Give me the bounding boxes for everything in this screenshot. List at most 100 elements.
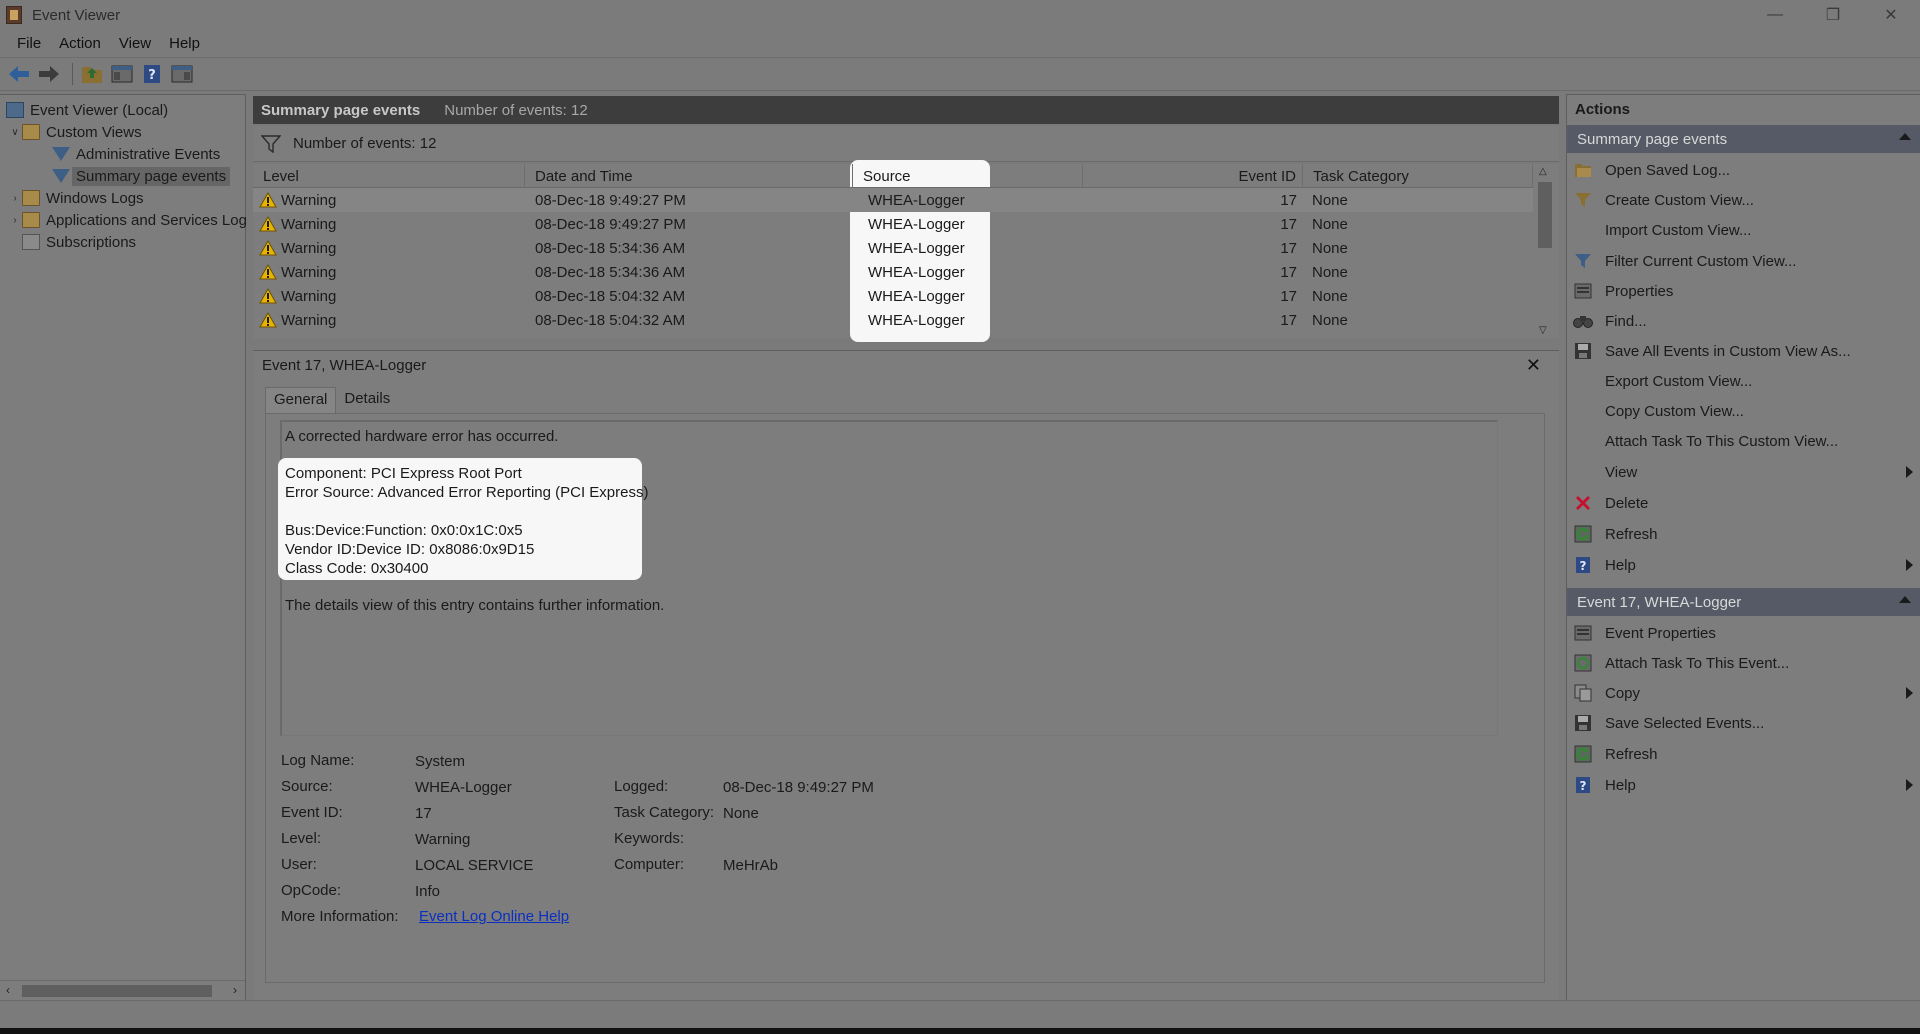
detail-header: Event 17, WHEA-Logger bbox=[262, 356, 427, 374]
row-event-id: 17 bbox=[1280, 263, 1297, 281]
column-header-task-category[interactable]: Task Category bbox=[1303, 164, 1533, 188]
restore-button[interactable]: ❐ bbox=[1804, 0, 1862, 30]
tree-item-windows-logs[interactable]: › Windows Logs bbox=[8, 187, 143, 209]
scrollbar-thumb[interactable] bbox=[1538, 182, 1552, 248]
table-vertical-scrollbar[interactable]: △ ▽ bbox=[1534, 164, 1556, 338]
menu-help[interactable]: Help bbox=[160, 35, 209, 52]
task-category-label: Task Category: bbox=[614, 804, 715, 821]
computer-label: Computer: bbox=[614, 856, 685, 873]
action-help-event[interactable]: ? Help bbox=[1567, 772, 1920, 798]
filter-icon bbox=[1573, 252, 1593, 270]
level-value: Warning bbox=[415, 831, 471, 848]
folder-icon bbox=[22, 124, 40, 140]
action-save-all-events[interactable]: Save All Events in Custom View As... bbox=[1567, 338, 1920, 364]
column-header-date-time[interactable]: Date and Time bbox=[525, 164, 853, 188]
actions-section-summary-page-events[interactable]: Summary page events bbox=[1567, 125, 1920, 153]
action-copy[interactable]: Copy bbox=[1567, 680, 1920, 706]
column-header-event-id[interactable]: Event ID bbox=[1083, 164, 1303, 188]
show-hide-tree-icon[interactable] bbox=[109, 61, 135, 87]
save-icon bbox=[1573, 342, 1593, 360]
action-attach-task-custom-view[interactable]: Attach Task To This Custom View... bbox=[1567, 428, 1920, 454]
table-row[interactable]: Warning 08-Dec-18 5:04:32 AM WHEA-Logger… bbox=[253, 284, 1533, 308]
action-refresh-event[interactable]: Refresh bbox=[1567, 741, 1920, 767]
action-copy-custom-view[interactable]: Copy Custom View... bbox=[1567, 398, 1920, 424]
chevron-right-icon[interactable]: › bbox=[8, 215, 22, 226]
event-viewer-app-icon bbox=[6, 6, 22, 24]
event-log-online-help-link[interactable]: Event Log Online Help bbox=[419, 908, 569, 925]
action-attach-task-event[interactable]: Attach Task To This Event... bbox=[1567, 650, 1920, 676]
table-row[interactable]: Warning 08-Dec-18 5:34:36 AM WHEA-Logger… bbox=[253, 260, 1533, 284]
row-event-id: 17 bbox=[1280, 215, 1297, 233]
binoculars-icon bbox=[1573, 312, 1593, 330]
action-delete[interactable]: Delete bbox=[1567, 490, 1920, 516]
menu-file[interactable]: File bbox=[8, 35, 50, 52]
action-properties[interactable]: Properties bbox=[1567, 278, 1920, 304]
submenu-arrow-icon bbox=[1906, 687, 1913, 699]
event-description[interactable]: A corrected hardware error has occurred.… bbox=[278, 420, 1498, 736]
tab-details[interactable]: Details bbox=[336, 387, 398, 413]
action-event-properties[interactable]: Event Properties bbox=[1567, 620, 1920, 646]
column-header-source[interactable]: Source bbox=[853, 164, 1083, 188]
actions-section-event-17[interactable]: Event 17, WHEA-Logger bbox=[1567, 588, 1920, 616]
filter-bar: Number of events: 12 bbox=[253, 126, 1559, 162]
general-tab-content: A corrected hardware error has occurred.… bbox=[265, 413, 1545, 983]
forward-arrow-icon[interactable] bbox=[36, 61, 62, 87]
tab-general[interactable]: General bbox=[265, 387, 337, 413]
action-help[interactable]: ? Help bbox=[1567, 552, 1920, 578]
warning-icon bbox=[259, 216, 277, 232]
copy-icon bbox=[1573, 684, 1593, 702]
scroll-up-icon[interactable]: △ bbox=[1539, 166, 1547, 177]
scrollbar-thumb[interactable] bbox=[22, 985, 212, 997]
row-task-category: None bbox=[1312, 311, 1348, 329]
chevron-down-icon[interactable]: ∨ bbox=[8, 127, 22, 138]
action-view[interactable]: View bbox=[1567, 459, 1920, 485]
scroll-left-icon[interactable]: ‹ bbox=[6, 983, 10, 997]
action-save-selected-events[interactable]: Save Selected Events... bbox=[1567, 710, 1920, 736]
row-source: WHEA-Logger bbox=[868, 239, 965, 257]
scroll-down-icon[interactable]: ▽ bbox=[1539, 325, 1547, 336]
menu-action[interactable]: Action bbox=[50, 35, 110, 52]
table-row[interactable]: Warning 08-Dec-18 5:04:32 AM WHEA-Logger… bbox=[253, 308, 1533, 332]
tree-item-custom-views[interactable]: ∨ Custom Views bbox=[8, 121, 141, 143]
tree-item-event-viewer-local[interactable]: Event Viewer (Local) bbox=[6, 99, 168, 121]
log-name-value: System bbox=[415, 753, 466, 770]
action-find[interactable]: Find... bbox=[1567, 308, 1920, 334]
collapse-caret-icon[interactable] bbox=[1899, 133, 1911, 140]
row-level: Warning bbox=[281, 191, 337, 209]
help-icon: ? bbox=[1573, 776, 1593, 794]
close-icon[interactable]: ✕ bbox=[1526, 355, 1541, 376]
show-action-pane-icon[interactable] bbox=[169, 61, 195, 87]
close-window-button[interactable]: ✕ bbox=[1862, 0, 1920, 30]
table-row[interactable]: Warning 08-Dec-18 9:49:27 PM WHEA-Logger… bbox=[253, 212, 1533, 236]
tree-item-applications-and-services-logs[interactable]: › Applications and Services Log bbox=[8, 209, 247, 231]
action-refresh[interactable]: Refresh bbox=[1567, 521, 1920, 547]
column-header-level[interactable]: Level bbox=[253, 164, 525, 188]
help-icon[interactable]: ? bbox=[139, 61, 165, 87]
action-export-custom-view[interactable]: Export Custom View... bbox=[1567, 368, 1920, 394]
table-row[interactable]: Warning 08-Dec-18 9:49:27 PM WHEA-Logger… bbox=[253, 188, 1533, 212]
action-import-custom-view[interactable]: Import Custom View... bbox=[1567, 217, 1920, 243]
action-open-saved-log[interactable]: Open Saved Log... bbox=[1567, 157, 1920, 183]
warning-icon bbox=[259, 288, 277, 304]
submenu-arrow-icon bbox=[1906, 559, 1913, 571]
up-folder-icon[interactable] bbox=[79, 61, 105, 87]
tree-item-summary-page-events[interactable]: Summary page events bbox=[52, 165, 231, 187]
row-source: WHEA-Logger bbox=[868, 287, 965, 305]
row-source: WHEA-Logger bbox=[868, 263, 965, 281]
tree-item-subscriptions[interactable]: Subscriptions bbox=[22, 231, 136, 253]
chevron-right-icon[interactable]: › bbox=[8, 193, 22, 204]
delete-icon bbox=[1573, 494, 1593, 512]
tree-horizontal-scrollbar[interactable]: ‹ › bbox=[0, 980, 245, 1000]
description-line: Component: PCI Express Root Port bbox=[285, 465, 522, 482]
minimize-button[interactable]: — bbox=[1746, 0, 1804, 30]
action-filter-current-custom-view[interactable]: Filter Current Custom View... bbox=[1567, 248, 1920, 274]
menu-view[interactable]: View bbox=[110, 35, 160, 52]
back-arrow-icon[interactable] bbox=[6, 61, 32, 87]
table-row[interactable]: Warning 08-Dec-18 5:34:36 AM WHEA-Logger… bbox=[253, 236, 1533, 260]
keywords-label: Keywords: bbox=[614, 830, 685, 847]
scroll-right-icon[interactable]: › bbox=[233, 983, 237, 997]
collapse-caret-icon[interactable] bbox=[1899, 596, 1911, 603]
row-date: 08-Dec-18 9:49:27 PM bbox=[535, 215, 686, 233]
action-create-custom-view[interactable]: Create Custom View... bbox=[1567, 187, 1920, 213]
tree-item-administrative-events[interactable]: Administrative Events bbox=[52, 143, 220, 165]
